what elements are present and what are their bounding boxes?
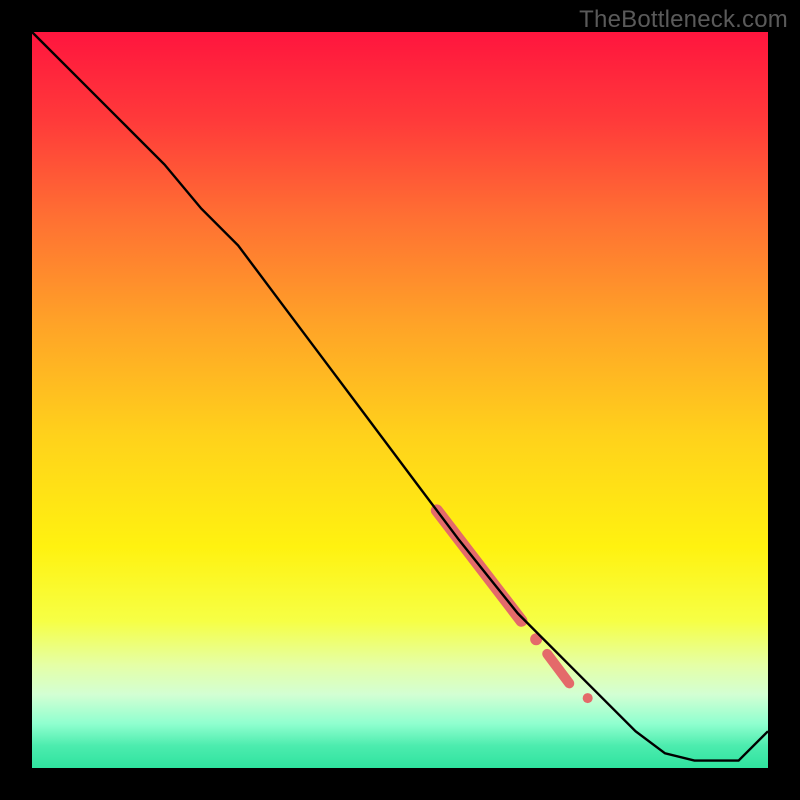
chart-frame: TheBottleneck.com <box>0 0 800 800</box>
highlight-dot <box>583 693 593 703</box>
chart-svg <box>32 32 768 768</box>
watermark-label: TheBottleneck.com <box>579 6 788 34</box>
plot-area <box>32 32 768 768</box>
